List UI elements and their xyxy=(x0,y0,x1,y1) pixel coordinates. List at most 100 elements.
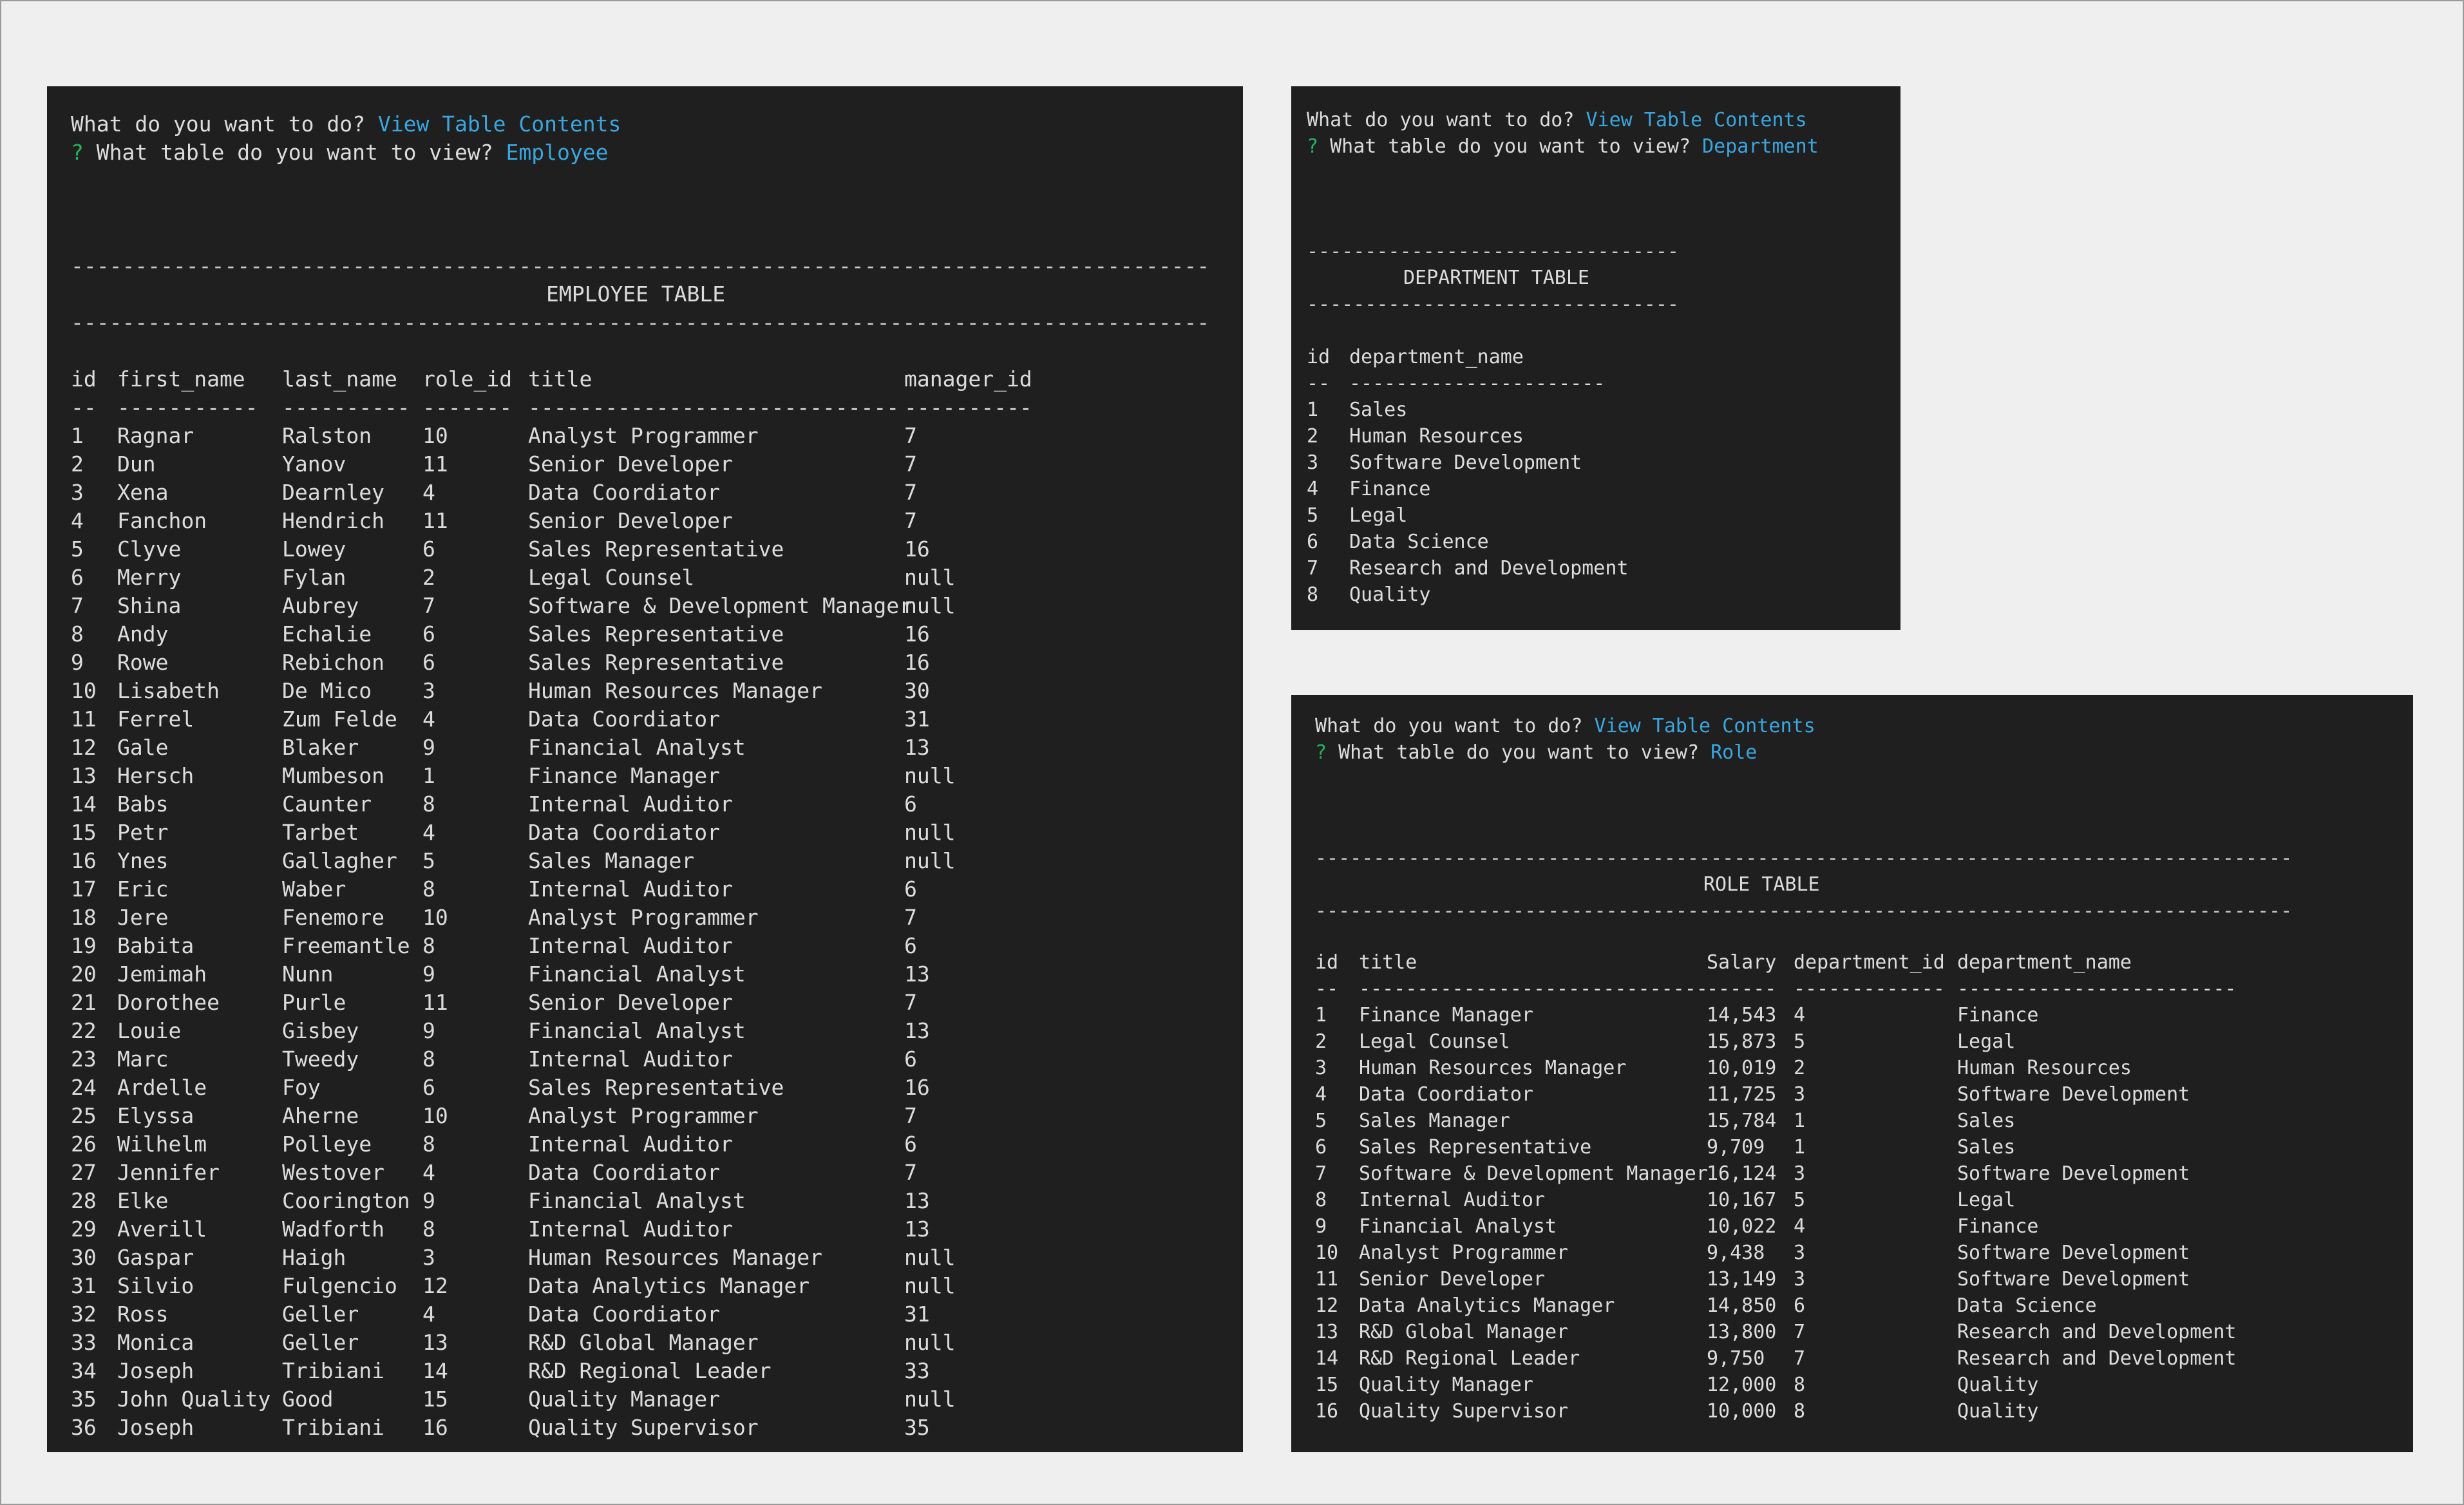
table-row-cell: 10,000 xyxy=(1707,1400,1777,1423)
table-row-cell: Lisabeth xyxy=(117,678,220,703)
table-row-cell: Babita xyxy=(117,933,194,958)
table-row-cell: 32 xyxy=(71,1301,97,1327)
table-row-cell: Purle xyxy=(282,990,346,1015)
table-row-cell: 35 xyxy=(904,1415,930,1440)
table-row-cell: Quality xyxy=(1957,1400,2039,1423)
prompt-question: What do you want to do? xyxy=(1307,109,1575,131)
table-row-cell: John Quality xyxy=(117,1387,271,1412)
table-row-cell: Shina xyxy=(117,593,182,618)
separator-line: ----------------------------------------… xyxy=(71,253,1210,278)
table-row-cell: null xyxy=(904,593,956,618)
table-row-cell: Andy xyxy=(117,621,169,647)
table-row-cell: 7 xyxy=(1315,1162,1327,1185)
table-row-cell: 6 xyxy=(1315,1136,1327,1159)
table-row-cell: Data Science xyxy=(1957,1294,2097,1317)
table-row-cell: 6 xyxy=(422,650,435,675)
prompt-answer: View Table Contents xyxy=(1586,109,1807,131)
table-row-cell: Elyssa xyxy=(117,1103,194,1128)
department-terminal[interactable]: What do you want to do? View Table Conte… xyxy=(1291,86,1900,630)
table-header-cell: title xyxy=(1359,951,1417,974)
table-row-cell: 13 xyxy=(71,763,97,788)
table-row-cell: Financial Analyst xyxy=(528,1188,746,1213)
table-row-cell: 3 xyxy=(1794,1083,1806,1106)
table-row-cell: Internal Auditor xyxy=(528,791,733,817)
table-row-cell: 8 xyxy=(422,933,435,958)
table-row-cell: null xyxy=(904,763,956,788)
table-row-cell: 3 xyxy=(422,678,435,703)
table-row-cell: Fylan xyxy=(282,565,346,590)
table-row-cell: 16 xyxy=(71,848,97,873)
table-row-cell: 3 xyxy=(422,1245,435,1270)
table-row-cell: Coorington xyxy=(282,1188,410,1213)
table-row-cell: 16 xyxy=(904,1075,930,1100)
table-row-cell: Sales Representative xyxy=(1359,1136,1592,1159)
table-row-cell: Legal Counsel xyxy=(1359,1030,1510,1053)
table-row-cell: Jemimah xyxy=(117,961,207,987)
table-row-cell: Wadforth xyxy=(282,1216,384,1242)
separator-line: ----------------------------------------… xyxy=(1315,900,2293,922)
table-row-cell: 10 xyxy=(422,423,448,448)
table-row-cell: Research and Development xyxy=(1349,557,1629,580)
table-row-cell: 31 xyxy=(904,706,930,732)
table-row-cell: Eric xyxy=(117,876,169,902)
table-row-cell: Data Coordiator xyxy=(528,820,721,845)
table-row-cell: 35 xyxy=(71,1387,97,1412)
table-row-cell: Quality Manager xyxy=(1359,1374,1533,1396)
table-row-cell: 11 xyxy=(422,990,448,1015)
table-row-cell: Quality Supervisor xyxy=(1359,1400,1569,1423)
table-row-cell: 11 xyxy=(71,706,97,732)
table-row-cell: 13 xyxy=(904,1018,930,1043)
table-row-cell: 10,019 xyxy=(1707,1057,1777,1079)
table-row-cell: Software Development xyxy=(1349,451,1582,474)
table-row-cell: Software Development xyxy=(1957,1083,2190,1106)
table-row-cell: 6 xyxy=(904,791,917,817)
role-terminal[interactable]: What do you want to do? View Table Conte… xyxy=(1291,695,2413,1452)
table-header-cell: role_id xyxy=(422,366,513,392)
table-row-cell: 4 xyxy=(71,508,84,533)
table-header-cell: title xyxy=(528,366,592,392)
table-row-cell: Jere xyxy=(117,905,169,930)
table-row-cell: 8 xyxy=(1315,1189,1327,1211)
table-row-cell: 6 xyxy=(904,876,917,902)
table-header-underline-cell: ------- xyxy=(422,395,513,420)
table-row-cell: 4 xyxy=(1307,478,1319,500)
table-row-cell: Haigh xyxy=(282,1245,346,1270)
table-row-cell: 9 xyxy=(422,1018,435,1043)
table-row-cell: R&D Regional Leader xyxy=(1359,1347,1580,1370)
table-row-cell: Rowe xyxy=(117,650,169,675)
table-row-cell: Software & Development Manager xyxy=(528,593,913,618)
table-row-cell: Louie xyxy=(117,1018,182,1043)
table-row-cell: null xyxy=(904,565,956,590)
table-row-cell: 10,022 xyxy=(1707,1215,1777,1238)
prompt-line-2: ? What table do you want to view? Depart… xyxy=(1307,133,1819,160)
prompt-line-2: ? What table do you want to view? Employ… xyxy=(71,138,608,167)
table-row-cell: Analyst Programmer xyxy=(528,905,759,930)
table-row-cell: Legal xyxy=(1957,1189,2016,1211)
table-row-cell: 10,167 xyxy=(1707,1189,1777,1211)
table-row-cell: Analyst Programmer xyxy=(1359,1242,1569,1264)
prompt-answer: View Table Contents xyxy=(1594,715,1815,737)
table-row-cell: 7 xyxy=(1794,1321,1806,1343)
table-row-cell: 15 xyxy=(71,820,97,845)
table-row-cell: 4 xyxy=(1794,1215,1806,1238)
table-row-cell: Software Development xyxy=(1957,1242,2190,1264)
table-row-cell: Waber xyxy=(282,876,346,902)
table-row-cell: 15 xyxy=(1315,1374,1339,1396)
table-row-cell: Data Coordiator xyxy=(528,706,721,732)
table-row-cell: Research and Development xyxy=(1957,1321,2237,1343)
table-row-cell: Data Coordiator xyxy=(528,1301,721,1327)
employee-terminal[interactable]: What do you want to do? View Table Conte… xyxy=(47,86,1243,1452)
table-row-cell: 8 xyxy=(1794,1374,1806,1396)
table-row-cell: Ardelle xyxy=(117,1075,207,1100)
table-row-cell: null xyxy=(904,1245,956,1270)
table-row-cell: Fenemore xyxy=(282,905,384,930)
table-row-cell: 6 xyxy=(1307,531,1319,553)
table-row-cell: 7 xyxy=(904,990,917,1015)
table-row-cell: R&D Global Manager xyxy=(1359,1321,1569,1343)
table-row-cell: Data Coordiator xyxy=(528,1160,721,1185)
table-row-cell: 9 xyxy=(1315,1215,1327,1238)
table-row-cell: Gisbey xyxy=(282,1018,359,1043)
table-row-cell: Blaker xyxy=(282,735,359,760)
prompt-question: What table do you want to view? xyxy=(1338,741,1700,764)
table-row-cell: Internal Auditor xyxy=(528,1131,733,1157)
